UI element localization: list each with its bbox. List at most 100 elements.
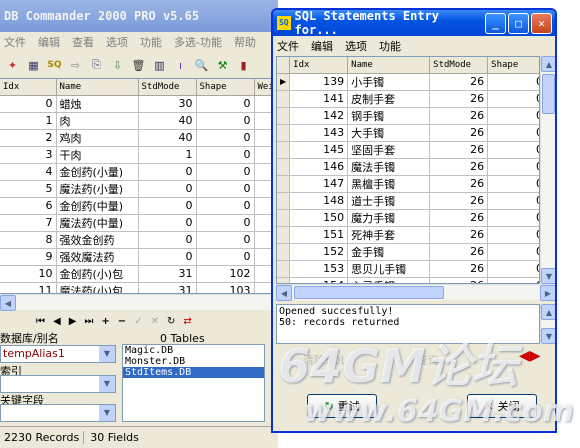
table-row[interactable]: 6 金创药(中量) 0 0	[0, 197, 277, 215]
cell-idx[interactable]: 147	[289, 175, 349, 193]
nav-post-icon[interactable]: ✓	[134, 316, 142, 327]
cell-shape[interactable]: 0	[196, 112, 255, 130]
close-icon[interactable]: ✕	[531, 12, 552, 34]
table-row[interactable]: 4 金创药(小量) 0 0	[0, 163, 277, 181]
chevron-down-icon[interactable]: ▼	[99, 346, 115, 362]
cell-name[interactable]: 强效魔法药	[56, 248, 139, 266]
import-icon[interactable]: ⇩	[109, 57, 126, 74]
nav-next-icon[interactable]: ▶	[69, 316, 77, 327]
scroll-thumb[interactable]	[542, 74, 555, 114]
cell-stdmode[interactable]: 26	[429, 243, 489, 261]
scroll-up-icon[interactable]: ▲	[541, 56, 555, 72]
scroll-up-icon[interactable]: ▲	[541, 304, 555, 320]
menu-file[interactable]: 文件	[277, 38, 299, 54]
cell-name[interactable]: 道士手镯	[347, 192, 431, 210]
cell-stdmode[interactable]: 26	[429, 158, 489, 176]
col-name[interactable]: Name	[347, 57, 431, 74]
table-row[interactable]: 1 肉 40 0	[0, 112, 277, 130]
col-shape[interactable]: Shape	[196, 79, 255, 96]
cell-stdmode[interactable]: 0	[138, 197, 197, 215]
cell-shape[interactable]: 0	[487, 90, 539, 108]
cell-name[interactable]: 鸡肉	[56, 129, 139, 147]
cell-stdmode[interactable]: 26	[429, 124, 489, 142]
sql-grid-vscroll[interactable]: ▲ ▼	[540, 56, 555, 284]
cell-name[interactable]: 死神手套	[347, 226, 431, 244]
cell-shape[interactable]: 0	[487, 260, 539, 278]
scroll-left-icon[interactable]: ◀	[0, 295, 16, 311]
cell-idx[interactable]: 11	[0, 282, 57, 293]
exit-icon[interactable]: ▮	[235, 57, 252, 74]
row-indicator[interactable]	[277, 158, 291, 176]
cell-shape[interactable]: 0	[196, 146, 255, 164]
cell-shape[interactable]: 0	[487, 124, 539, 142]
close-button[interactable]: ✕ 关闭	[467, 394, 537, 418]
cell-name[interactable]: 钢手镯	[347, 107, 431, 125]
cell-idx[interactable]: 142	[289, 107, 349, 125]
cell-stdmode[interactable]: 26	[429, 73, 489, 91]
delete-icon[interactable]: 🗑	[130, 57, 147, 74]
menu-view[interactable]: 查看	[72, 34, 94, 50]
cell-shape[interactable]: 0	[487, 226, 539, 244]
cell-shape[interactable]: 0	[196, 197, 255, 215]
nav-refresh-icon[interactable]: ↻	[167, 316, 175, 327]
cell-stdmode[interactable]: 0	[138, 163, 197, 181]
cell-idx[interactable]: 9	[0, 248, 57, 266]
cell-stdmode[interactable]: 26	[429, 277, 489, 283]
cell-stdmode[interactable]: 30	[138, 95, 197, 113]
cell-shape[interactable]: 0	[487, 192, 539, 210]
cell-shape[interactable]: 0	[487, 209, 539, 227]
cell-shape[interactable]: 0	[487, 243, 539, 261]
cell-idx[interactable]: 7	[0, 214, 57, 232]
cell-name[interactable]: 金手镯	[347, 243, 431, 261]
table-row[interactable]: 151死神手套260	[277, 226, 539, 244]
cell-shape[interactable]: 0	[487, 175, 539, 193]
cell-idx[interactable]: 146	[289, 158, 349, 176]
cell-stdmode[interactable]: 31	[138, 265, 197, 283]
cell-name[interactable]: 肉	[56, 112, 139, 130]
main-data-grid[interactable]: Idx Name StdMode Shape Wei 0 蜡烛 30 0 1 肉 40 0 2 鸡…	[0, 78, 278, 294]
cell-name[interactable]: 魔法手镯	[347, 158, 431, 176]
cell-shape[interactable]: 0	[487, 141, 539, 159]
row-indicator[interactable]	[277, 141, 291, 159]
arrow-right-icon[interactable]: ⇨	[67, 57, 84, 74]
cell-idx[interactable]: 154	[289, 277, 349, 283]
table-list-item[interactable]: Magic.DB	[123, 345, 264, 356]
minimize-icon[interactable]: _	[485, 12, 506, 34]
cell-name[interactable]: 魔力手镯	[347, 209, 431, 227]
menu-options[interactable]: 选项	[345, 38, 367, 54]
menu-file[interactable]: 文件	[4, 34, 26, 50]
row-indicator[interactable]	[277, 243, 291, 261]
cell-name[interactable]: 蜡烛	[56, 95, 139, 113]
table-row[interactable]: 9 强效魔法药 0 0	[0, 248, 277, 266]
cell-name[interactable]: 心灵手镯	[347, 277, 431, 283]
db-commander-titlebar[interactable]: DB Commander 2000 PRO v5.65	[0, 0, 278, 32]
table-row[interactable]: 142钢手镯260	[277, 107, 539, 125]
cell-stdmode[interactable]: 40	[138, 112, 197, 130]
nav-first-icon[interactable]: ⏮	[36, 316, 45, 327]
cell-stdmode[interactable]: 31	[138, 282, 197, 293]
cell-stdmode[interactable]: 0	[138, 231, 197, 249]
cell-idx[interactable]: 152	[289, 243, 349, 261]
sql-grid-hscroll[interactable]: ◀ ▶	[276, 284, 555, 301]
sql-entry-titlebar[interactable]: SQ SQL Statements Entry for... _ □ ✕	[273, 10, 555, 37]
key-field-select[interactable]: ▼	[0, 404, 116, 422]
col-idx[interactable]: Idx	[289, 57, 349, 74]
nav-prev-icon[interactable]: ◀	[53, 316, 61, 327]
table-row[interactable]: 147黑檀手镯260	[277, 175, 539, 193]
table-row[interactable]: 152金手镯260	[277, 243, 539, 261]
menu-multi-select[interactable]: 多选-功能	[174, 34, 222, 50]
scroll-right-icon[interactable]: ▶	[540, 285, 555, 301]
col-shape[interactable]: Shape	[487, 57, 539, 74]
cell-name[interactable]: 大手镯	[347, 124, 431, 142]
cell-stdmode[interactable]: 40	[138, 129, 197, 147]
row-indicator[interactable]	[277, 124, 291, 142]
cell-stdmode[interactable]: 26	[429, 192, 489, 210]
sql-result-grid[interactable]: Idx Name StdMode Shape ▶139小手镯260141皮制手套…	[276, 56, 540, 284]
cell-stdmode[interactable]: 26	[429, 175, 489, 193]
retry-button[interactable]: ↻ 重试	[307, 394, 377, 418]
cell-idx[interactable]: 8	[0, 231, 57, 249]
cell-idx[interactable]: 148	[289, 192, 349, 210]
cell-idx[interactable]: 0	[0, 95, 57, 113]
sql-icon[interactable]: SQ	[46, 57, 63, 74]
cell-stdmode[interactable]: 26	[429, 260, 489, 278]
